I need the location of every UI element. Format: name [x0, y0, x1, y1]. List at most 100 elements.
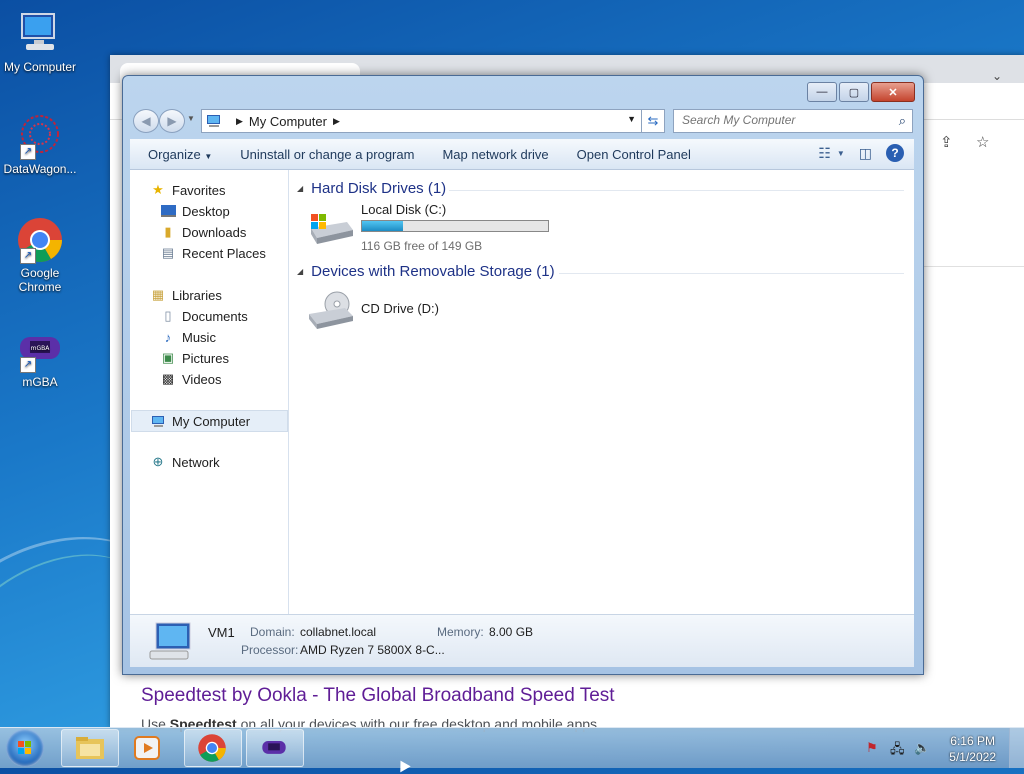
share-icon[interactable]: ⇪ — [940, 133, 953, 151]
cd-drive-icon — [309, 291, 353, 329]
start-button[interactable] — [6, 729, 44, 767]
desktop-icon-mgba[interactable]: mGBA ↗ mGBA — [0, 325, 80, 389]
collapse-triangle-icon[interactable]: ◢ — [297, 184, 303, 193]
help-icon[interactable]: ? — [886, 144, 904, 162]
folder-icon — [76, 737, 104, 759]
taskbar: ⚑ 🖧 🔈 6:16 PM 5/1/2022 — [0, 727, 1024, 768]
computer-icon — [16, 10, 64, 58]
network-tray-icon[interactable]: 🖧 — [890, 740, 905, 762]
uninstall-program-button[interactable]: Uninstall or change a program — [230, 147, 424, 162]
search-result-title[interactable]: Speedtest by Ookla - The Global Broadban… — [141, 685, 615, 707]
desktop-icon-label: mGBA — [22, 375, 58, 389]
shortcut-arrow-icon: ↗ — [20, 144, 36, 160]
breadcrumb-chevron-icon[interactable]: ▶ — [333, 116, 340, 127]
mgba-icon — [262, 741, 286, 754]
processor-label: Processor: — [241, 643, 299, 657]
desktop-icon-label: My Computer — [3, 60, 77, 74]
disk-usage-fill — [362, 221, 403, 231]
documents-icon: ▯ — [164, 308, 172, 323]
clock-time: 6:16 PM — [950, 734, 995, 748]
group-header-hard-disk-drives[interactable]: ◢ Hard Disk Drives (1) — [297, 180, 446, 197]
search-input[interactable] — [674, 110, 890, 130]
breadcrumb-item[interactable]: My Computer — [249, 114, 327, 129]
shortcut-arrow-icon: ↗ — [20, 248, 36, 264]
caption-buttons: — ▢ ✕ — [805, 82, 915, 102]
minimize-button[interactable]: — — [807, 82, 837, 102]
taskbar-mgba-button[interactable] — [246, 729, 304, 767]
desktop-icon-datawagon[interactable]: ↗ DataWagon... — [0, 112, 80, 176]
view-controls: ☷ ▼ ◫ ? — [804, 144, 904, 162]
divider — [449, 190, 904, 191]
navigation-bar: ◀ ▶ ▼ ▶ My Computer ▶ ▼ ⇆ ⌕ — [131, 106, 915, 134]
desktop-icon-my-computer[interactable]: My Computer — [0, 10, 80, 74]
system-clock[interactable]: 6:16 PM 5/1/2022 — [949, 733, 996, 765]
preview-pane-icon[interactable]: ◫ — [859, 145, 872, 162]
recent-pages-dropdown-icon[interactable]: ▼ — [187, 114, 195, 123]
network-icon: ⊕ — [152, 454, 164, 469]
address-bar[interactable]: ▶ My Computer ▶ ▼ — [201, 109, 665, 133]
computer-icon — [207, 115, 220, 127]
show-desktop-button[interactable] — [1009, 728, 1024, 768]
nav-item-favorites[interactable]: ★ Favorites — [150, 180, 306, 200]
taskbar-explorer-button[interactable] — [61, 729, 119, 767]
search-box[interactable]: ⌕ — [673, 109, 913, 133]
memory-value: 8.00 GB — [489, 625, 534, 639]
change-view-icon[interactable]: ☷ — [818, 145, 831, 162]
group-header-removable-storage[interactable]: ◢ Devices with Removable Storage (1) — [297, 263, 555, 280]
drive-free-space: 116 GB free of 149 GB — [361, 239, 483, 253]
desktop-icon-label: Google Chrome — [18, 266, 62, 294]
navigation-pane: ★ Favorites Desktop ▮ Downloads ▤ Recent Pl… — [130, 170, 289, 614]
content-pane: ◢ Hard Disk Drives (1) Local Disk (C:) 11… — [289, 170, 914, 614]
windows-logo-icon — [18, 741, 31, 754]
star-icon: ★ — [152, 182, 164, 197]
media-player-icon — [134, 736, 160, 760]
desktop-icon-google-chrome[interactable]: ↗ Google Chrome — [0, 216, 80, 294]
downloads-folder-icon: ▮ — [164, 224, 172, 239]
breadcrumb-chevron-icon[interactable]: ▶ — [236, 116, 243, 127]
chrome-icon — [198, 734, 226, 762]
back-button[interactable]: ◀ — [133, 109, 159, 133]
forward-button[interactable]: ▶ — [159, 109, 185, 133]
taskbar-media-player-button[interactable] — [132, 734, 162, 765]
shortcut-arrow-icon: ↗ — [20, 357, 36, 373]
drive-name: CD Drive (D:) — [361, 301, 439, 316]
map-network-drive-button[interactable]: Map network drive — [432, 147, 558, 162]
organize-button[interactable]: Organize ▼ — [138, 147, 222, 162]
svg-text:mGBA: mGBA — [31, 345, 51, 352]
collapse-triangle-icon[interactable]: ◢ — [297, 267, 303, 276]
close-button[interactable]: ✕ — [871, 82, 915, 102]
maximize-button[interactable]: ▢ — [839, 82, 869, 102]
computer-icon — [149, 622, 191, 660]
chrome-icon: ↗ — [16, 216, 64, 264]
taskbar-chrome-button[interactable] — [184, 729, 242, 767]
desktop-icon — [160, 203, 176, 219]
mgba-icon: mGBA ↗ — [16, 325, 64, 373]
divider — [559, 273, 904, 274]
clock-date: 5/1/2022 — [949, 750, 996, 764]
refresh-button[interactable]: ⇆ — [641, 109, 665, 133]
libraries-icon: ▦ — [151, 287, 165, 302]
volume-icon[interactable]: 🔈 — [914, 740, 930, 756]
search-icon[interactable]: ⌕ — [899, 113, 906, 129]
nav-item-my-computer[interactable]: My Computer — [131, 410, 288, 432]
star-icon[interactable]: ☆ — [976, 133, 989, 151]
details-pane: VM1 Domain: collabnet.local Memory: 8.00… — [130, 614, 914, 667]
desktop-icon-label: DataWagon... — [3, 162, 77, 176]
explorer-window[interactable]: — ▢ ✕ ◀ ▶ ▼ ▶ My Computer ▶ ▼ ⇆ ⌕ Organi… — [122, 75, 924, 675]
drive-name: Local Disk (C:) — [361, 202, 447, 217]
music-icon: ♪ — [164, 329, 172, 345]
processor-value: AMD Ryzen 7 5800X 8-C... — [300, 643, 445, 657]
open-control-panel-button[interactable]: Open Control Panel — [567, 147, 701, 162]
chevron-down-icon: ▼ — [204, 151, 213, 161]
action-center-flag-icon[interactable]: ⚑ — [866, 740, 878, 756]
address-dropdown-icon[interactable]: ▼ — [627, 114, 636, 124]
hard-disk-icon — [311, 214, 353, 244]
chevron-down-icon[interactable]: ▼ — [837, 149, 845, 158]
nav-item-libraries[interactable]: ▦ Libraries — [150, 285, 306, 305]
videos-icon: ▩ — [161, 371, 175, 386]
domain-label: Domain: — [250, 625, 295, 639]
chevron-down-icon[interactable]: ⌄ — [992, 69, 1002, 83]
datawagon-icon: ↗ — [16, 112, 64, 160]
disk-usage-bar — [361, 220, 549, 232]
nav-item-network[interactable]: ⊕ Network — [150, 452, 306, 472]
